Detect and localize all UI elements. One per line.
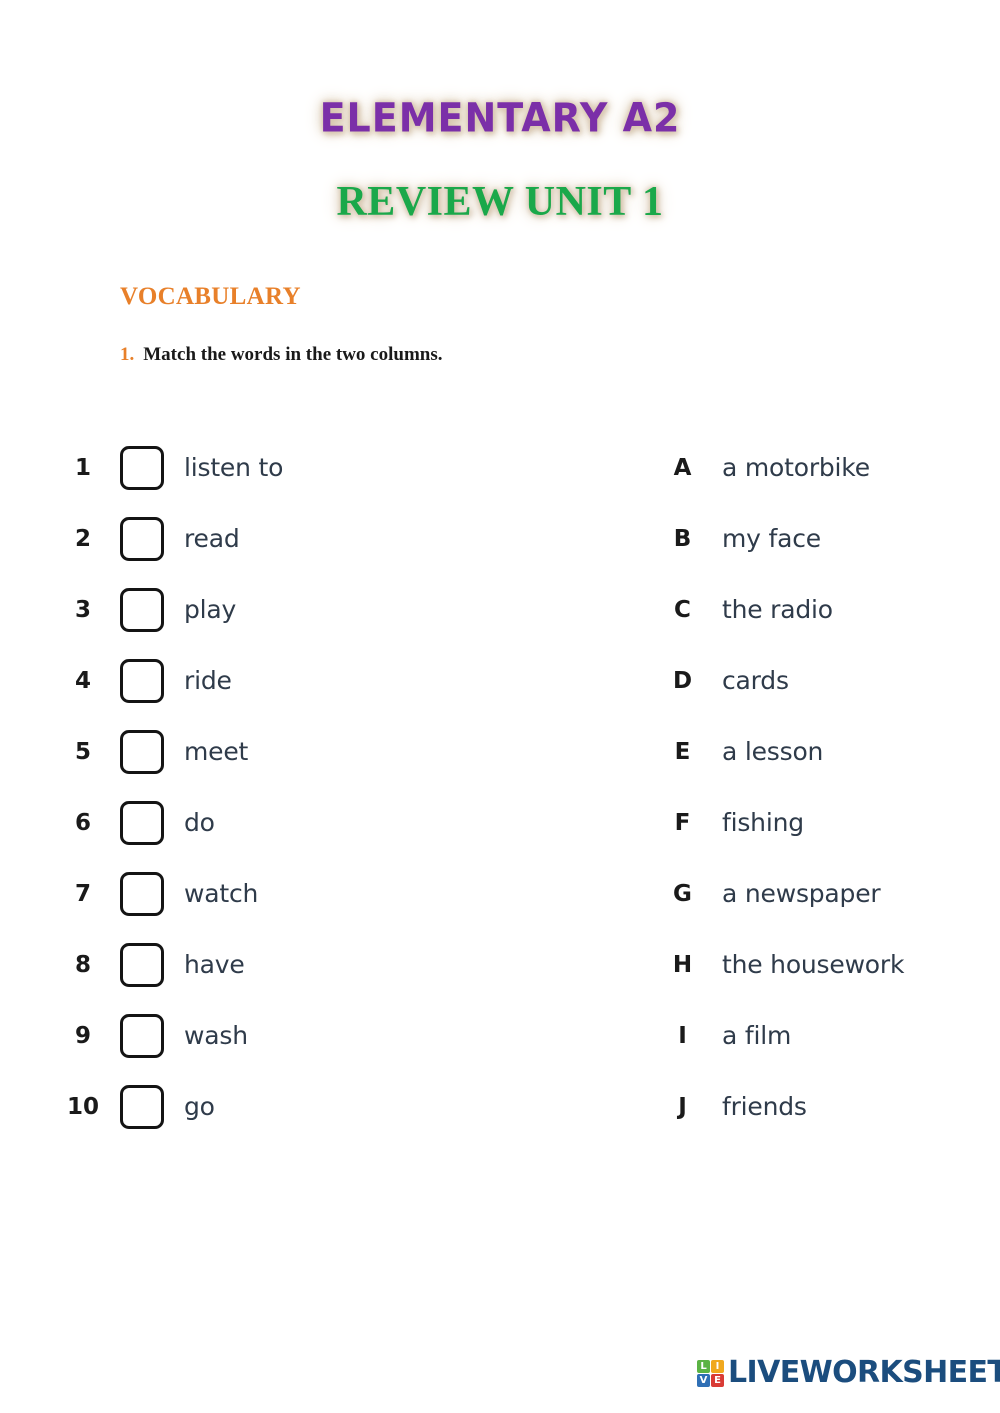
answer-input-box[interactable] [120,658,164,703]
answer-input-box[interactable] [120,587,164,632]
question-number: 1. [120,344,135,365]
row-letter: B [673,525,692,552]
row-word: a film [722,1021,792,1050]
row-word: my face [722,524,821,553]
answer-input-box[interactable] [120,516,164,561]
row-letter: H [672,951,693,978]
answer-input-box[interactable] [120,800,164,845]
matching-row-left: 5 meet [60,716,620,787]
matching-right-column: Aa motorbike Bmy face Cthe radio Dcards Ea l… [660,432,1000,1142]
row-word: read [184,524,240,553]
row-word: the radio [722,595,833,624]
answer-input-box[interactable] [120,445,164,490]
title-block: ELEMENTARY A2 REVIEW UNIT 1 [0,94,1000,226]
row-number: 1 [74,454,91,481]
matching-row-right: Aa motorbike [660,432,1000,503]
answer-input-box[interactable] [120,871,164,916]
logo-tile-i: I [711,1359,724,1373]
row-number: 8 [74,951,91,978]
row-word: friends [722,1092,807,1121]
liveworksheets-logo-icon: LIVE [697,1359,724,1387]
row-word: listen to [184,453,284,482]
matching-row-left: 10 go [60,1071,620,1142]
logo-tile-v: V [697,1373,710,1387]
section-heading-vocabulary: VOCABULARY [120,283,301,310]
row-number: 9 [74,1022,91,1049]
matching-row-left: 1 listen to [60,432,620,503]
matching-row-left: 2 read [60,503,620,574]
row-number: 4 [74,667,91,694]
matching-left-column: 1 listen to 2 read 3 play 4 ride 5 meet 6 do 7 watch 8… [60,432,620,1142]
instruction-line: 1. Match the words in the two columns. [120,344,443,366]
matching-row-right: Hthe housework [660,929,1000,1000]
matching-row-right: Cthe radio [660,574,1000,645]
row-letter: E [674,738,691,765]
answer-input-box[interactable] [120,1013,164,1058]
matching-row-left: 8 have [60,929,620,1000]
answer-input-box[interactable] [120,729,164,774]
row-word: the housework [722,950,905,979]
row-word: go [184,1092,215,1121]
row-letter: F [674,809,691,836]
matching-row-right: Dcards [660,645,1000,716]
row-word: a lesson [722,737,824,766]
row-number: 5 [74,738,91,765]
row-letter: J [678,1093,687,1120]
row-word: a newspaper [722,879,881,908]
row-number: 6 [74,809,91,836]
row-word: fishing [722,808,804,837]
matching-row-right: Bmy face [660,503,1000,574]
liveworksheets-logo-text: LIVEWORKSHEETS [728,1355,1000,1390]
row-letter: C [674,596,691,623]
matching-row-left: 4 ride [60,645,620,716]
answer-input-box[interactable] [120,942,164,987]
matching-row-right: Ga newspaper [660,858,1000,929]
row-word: wash [184,1021,248,1050]
row-number: 10 [66,1093,99,1120]
matching-row-right: Ea lesson [660,716,1000,787]
row-number: 3 [74,596,91,623]
matching-row-right: Ia film [660,1000,1000,1071]
row-word: cards [722,666,789,695]
matching-row-left: 3 play [60,574,620,645]
row-word: meet [184,737,249,766]
row-word: ride [184,666,232,695]
instruction-text: Match the words in the two columns. [143,344,443,365]
row-word: have [184,950,245,979]
row-word: a motorbike [722,453,870,482]
matching-row-left: 7 watch [60,858,620,929]
row-number: 2 [74,525,91,552]
page-title-level: ELEMENTARY A2 [319,94,681,142]
row-letter: G [673,880,692,907]
row-word: do [184,808,215,837]
logo-tile-l: L [697,1359,710,1373]
row-number: 7 [74,880,91,907]
matching-row-left: 6 do [60,787,620,858]
row-word: play [184,595,237,624]
row-letter: D [672,667,693,694]
answer-input-box[interactable] [120,1084,164,1129]
matching-row-right: Jfriends [660,1071,1000,1142]
matching-row-left: 9 wash [60,1000,620,1071]
row-word: watch [184,879,259,908]
row-letter: I [678,1022,687,1049]
liveworksheets-logo: LIVE LIVEWORKSHEETS [697,1358,1000,1388]
row-letter: A [673,454,692,481]
logo-tile-e: E [711,1373,724,1387]
matching-row-right: Ffishing [660,787,1000,858]
worksheet-page: ELEMENTARY A2 REVIEW UNIT 1 VOCABULARY 1… [0,0,1000,1413]
page-title-unit: REVIEW UNIT 1 [336,178,664,225]
